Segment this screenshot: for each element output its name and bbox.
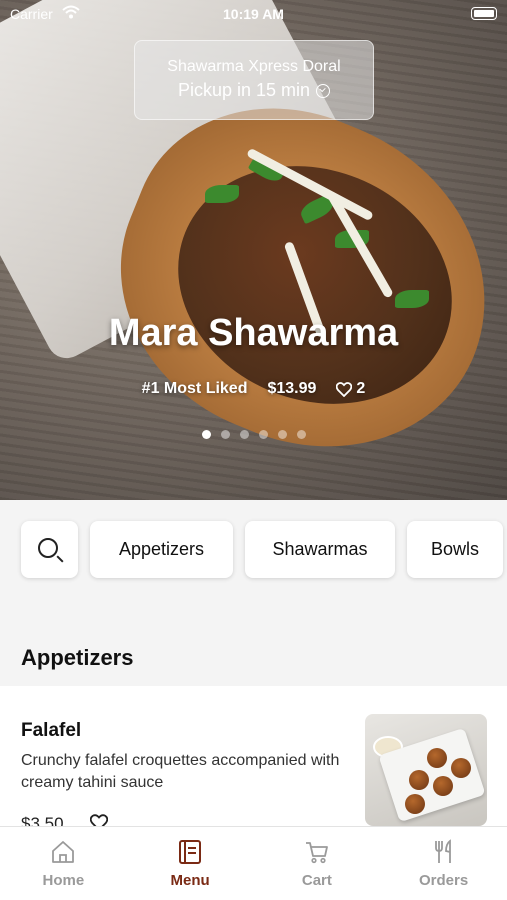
hero-photo-herb — [395, 290, 429, 308]
orders-icon — [434, 839, 451, 863]
pickup-label: Pickup in 15 min — [177, 80, 311, 100]
menu-item-name: Falafel — [21, 720, 82, 741]
tab-label: Orders — [419, 872, 469, 889]
tab-menu[interactable]: Menu — [127, 827, 254, 900]
check-circle-icon — [316, 83, 331, 98]
battery-icon — [471, 7, 497, 20]
status-bar: Carrier 10:19 AM — [0, 0, 507, 28]
bottom-tab-bar: Home Menu Cart Orders — [0, 826, 507, 900]
status-time: 10:19 AM — [223, 6, 284, 22]
pickup-time: Pickup in 15 min — [177, 80, 331, 101]
heart-icon — [336, 381, 353, 397]
cart-icon — [305, 842, 328, 864]
menu-icon — [179, 840, 202, 864]
search-icon — [37, 538, 58, 558]
section-title: Appetizers — [21, 645, 134, 670]
tab-label: Home — [42, 872, 85, 889]
carousel-pagination[interactable] — [0, 430, 507, 439]
search-button[interactable] — [21, 521, 78, 578]
tab-orders[interactable]: Orders — [380, 827, 507, 900]
menu-item-description: Crunchy falafel croquettes accompanied w… — [21, 752, 340, 791]
category-chip-bowls[interactable]: Bowls — [407, 521, 503, 578]
tab-home[interactable]: Home — [0, 827, 127, 900]
tab-label: Cart — [301, 872, 332, 889]
featured-badge: #1 Most Liked — [141, 380, 248, 397]
featured-likes-count: 2 — [356, 380, 366, 397]
menu-item-price: $3.50 — [21, 814, 64, 826]
carousel-dot[interactable] — [277, 430, 287, 439]
photo-falafel — [405, 794, 425, 814]
featured-likes[interactable]: 2 — [336, 380, 365, 398]
photo-falafel — [433, 776, 453, 796]
carousel-dot[interactable] — [296, 430, 306, 439]
menu-item-card[interactable]: Falafel Crunchy falafel croquettes accom… — [0, 686, 507, 826]
store-pickup-selector[interactable]: Shawarma Xpress Doral Pickup in 15 min — [134, 40, 374, 120]
featured-meta: #1 Most Liked $13.99 2 — [0, 380, 507, 398]
category-chip-shawarmas[interactable]: Shawarmas — [245, 521, 395, 578]
featured-price: $13.99 — [267, 380, 317, 397]
category-bar: Appetizers Shawarmas Bowls — [0, 500, 507, 600]
photo-falafel — [451, 758, 471, 778]
carousel-dot[interactable] — [258, 430, 268, 439]
home-icon — [52, 841, 75, 863]
photo-falafel — [427, 748, 447, 768]
heart-icon[interactable] — [90, 814, 108, 826]
carousel-dot[interactable] — [239, 430, 249, 439]
featured-title: Mara Shawarma — [108, 312, 399, 354]
store-name: Shawarma Xpress Doral — [167, 58, 341, 75]
carousel-dot[interactable] — [201, 430, 211, 439]
tab-cart[interactable]: Cart — [254, 827, 381, 900]
hero-photo-herb — [205, 185, 239, 203]
photo-falafel — [409, 770, 429, 790]
carousel-dot[interactable] — [220, 430, 230, 439]
menu-item-photo — [365, 714, 487, 826]
category-chip-appetizers[interactable]: Appetizers — [90, 521, 233, 578]
tab-label: Menu — [170, 872, 210, 889]
featured-hero[interactable]: Carrier 10:19 AM Shawarma Xpress Doral P… — [0, 0, 507, 500]
